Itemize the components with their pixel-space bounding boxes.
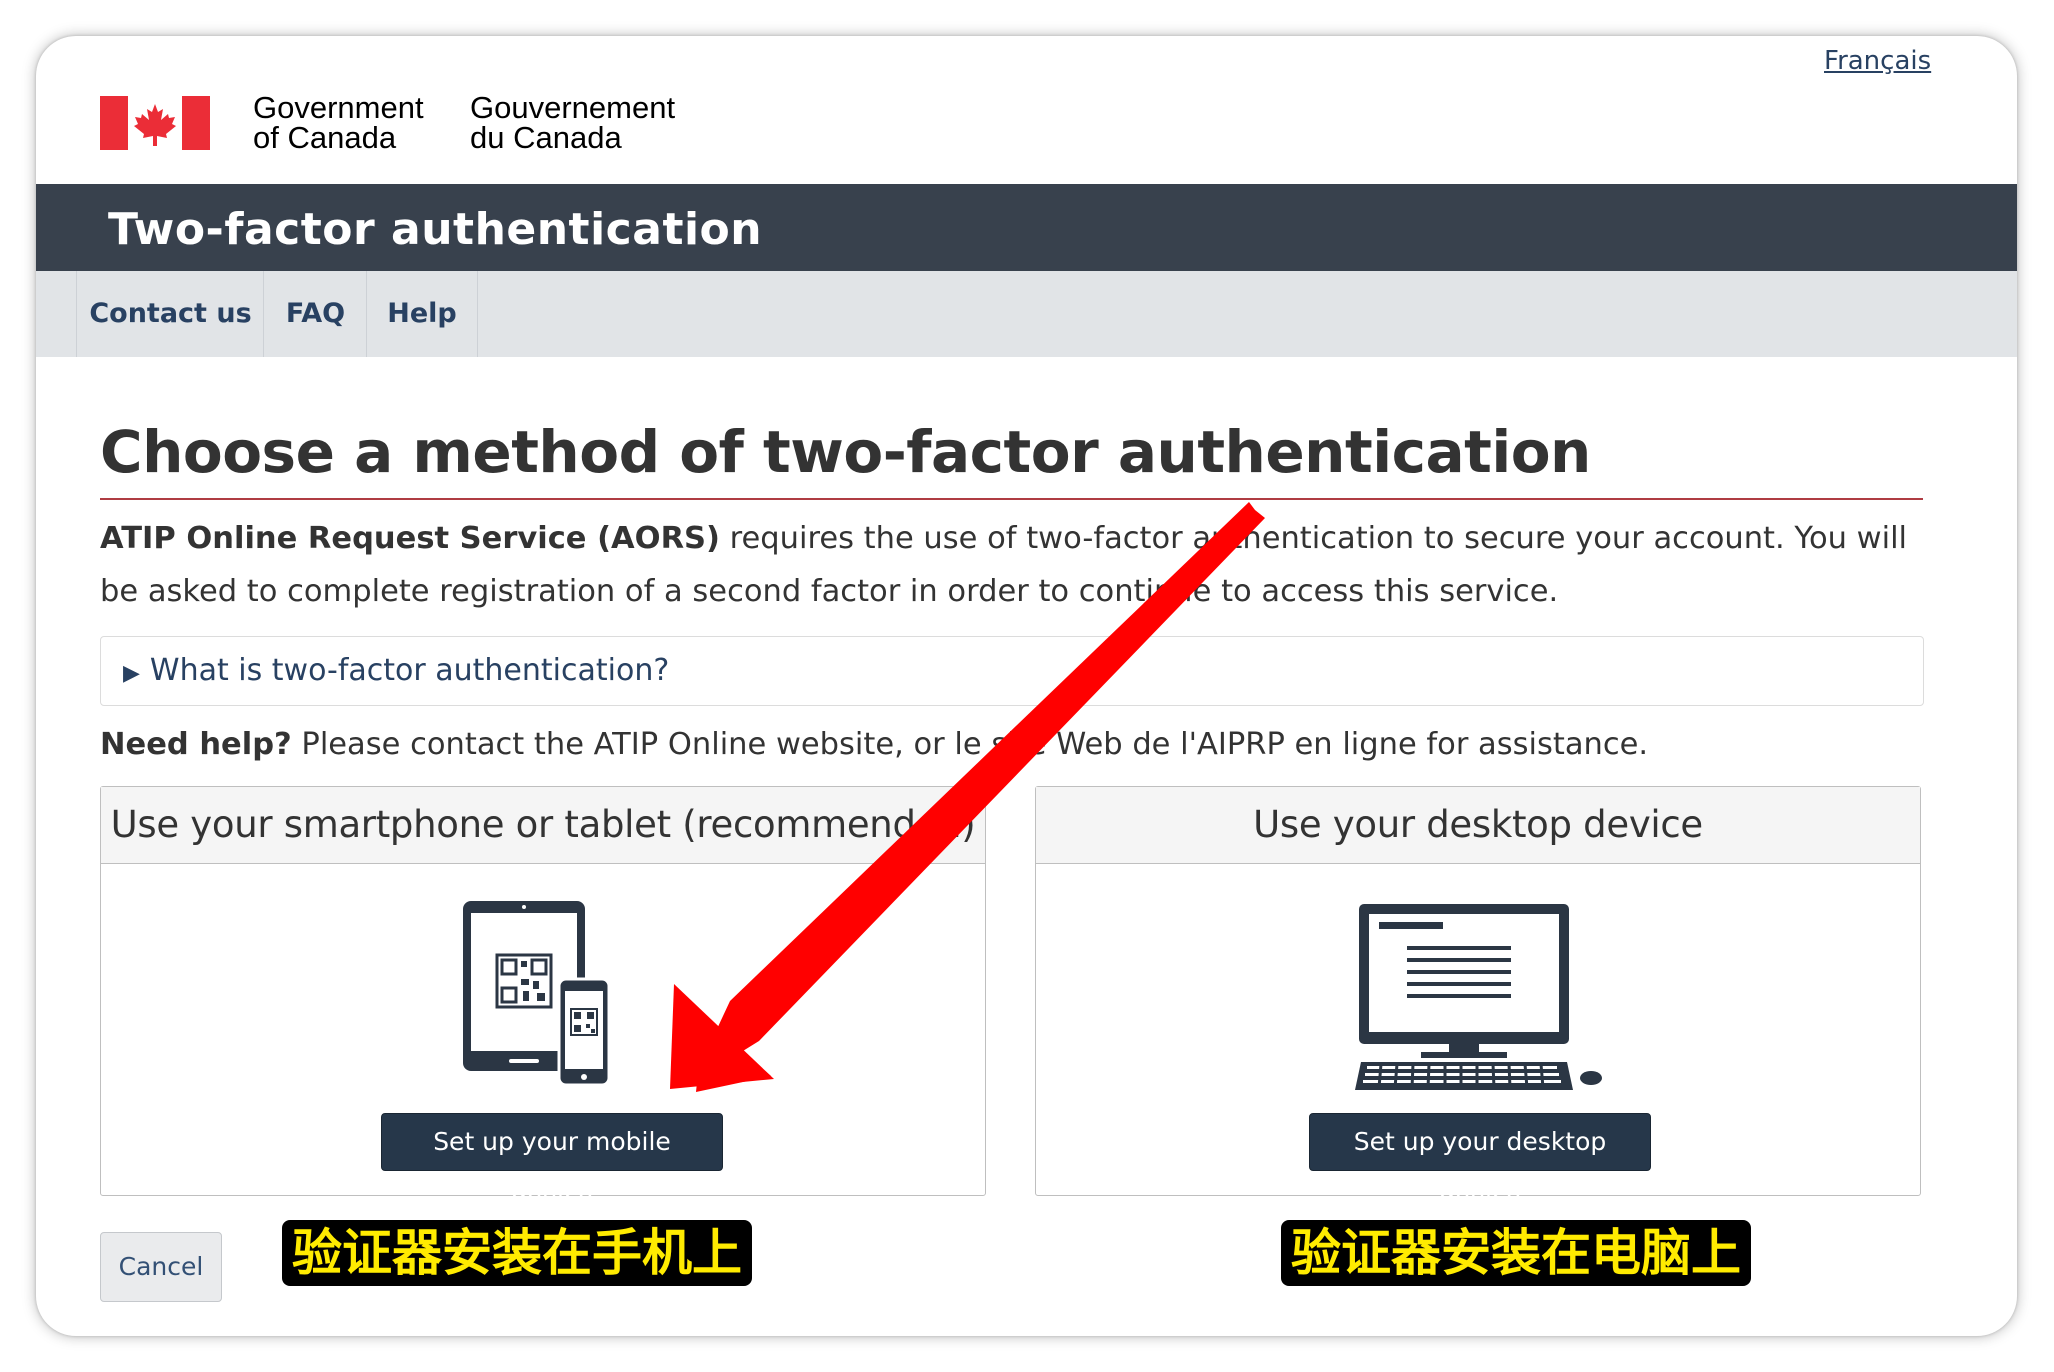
language-toggle-link[interactable]: Français (1824, 46, 1931, 76)
desktop-option-panel: Use your desktop device Set up your desk… (1035, 786, 1921, 1212)
details-summary[interactable]: ▶ What is two-factor authentication? (123, 637, 669, 708)
help-description: Please contact the ATIP Online website, … (291, 727, 1649, 762)
nav-bar: Contact us FAQ Help (36, 271, 2017, 357)
help-label: Need help? (100, 727, 292, 762)
government-signature-fr: Gouvernement du Canada (470, 90, 676, 155)
heading-divider (100, 498, 1923, 500)
help-text: Need help? Please contact the ATIP Onlin… (100, 720, 1648, 770)
setup-desktop-device-button[interactable]: Set up your desktop device (1309, 1113, 1651, 1212)
nav-contact-us[interactable]: Contact us (76, 271, 264, 357)
details-summary-label: What is two-factor authentication? (149, 653, 670, 688)
setup-mobile-device-button[interactable]: Set up your mobile device (381, 1113, 723, 1212)
annotation-label-mobile: 验证器安装在手机上 (282, 1220, 752, 1286)
cancel-button[interactable]: Cancel (100, 1232, 222, 1302)
details-disclosure[interactable]: ▶ What is two-factor authentication? (100, 636, 1924, 706)
disclosure-triangle-icon: ▶ (123, 661, 140, 686)
canada-flag-icon (100, 96, 210, 150)
app-title[interactable]: Two-factor authentication (108, 204, 762, 255)
mobile-option-panel: Use your smartphone or tablet (recommend… (100, 786, 986, 1212)
annotation-label-desktop: 验证器安装在电脑上 (1281, 1220, 1751, 1286)
intro-paragraph: ATIP Online Request Service (AORS) requi… (100, 512, 1930, 618)
panel-header: Use your desktop device (1036, 787, 1920, 864)
panel-title-mobile: Use your smartphone or tablet (recommend… (110, 803, 976, 846)
app-title-bar: Two-factor authentication (36, 184, 2017, 271)
government-signature-en: Government of Canada (253, 90, 424, 155)
panel-header: Use your smartphone or tablet (recommend… (101, 787, 985, 864)
nav-faq[interactable]: FAQ (263, 271, 367, 357)
mobile-tablet-qr-icon (463, 901, 611, 1087)
service-name: ATIP Online Request Service (AORS) (100, 521, 720, 556)
nav-help[interactable]: Help (366, 271, 478, 357)
page-title: Choose a method of two-factor authentica… (100, 418, 1591, 486)
panel-title-desktop: Use your desktop device (1253, 803, 1703, 846)
desktop-computer-icon (1355, 904, 1602, 1090)
browser-page: Français Government of Canada Gouverneme… (36, 36, 2017, 1336)
